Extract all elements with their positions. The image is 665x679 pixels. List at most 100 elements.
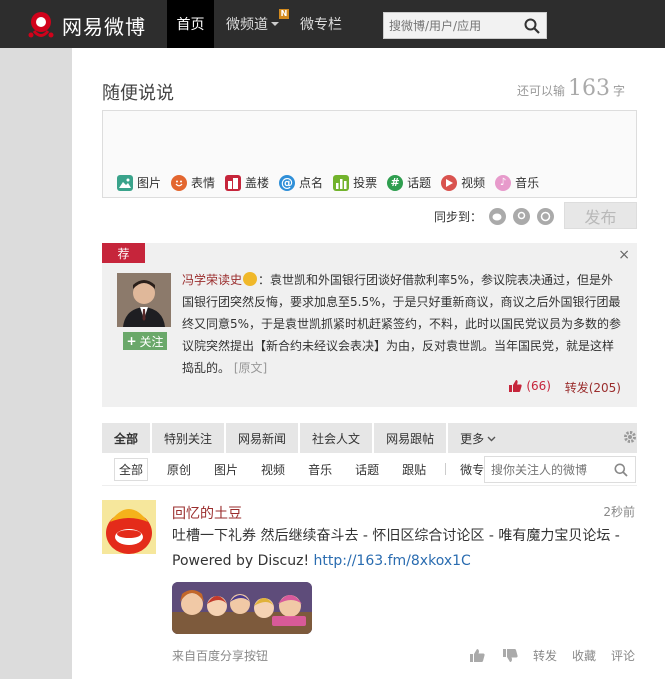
avatar[interactable] — [102, 500, 156, 554]
recommend-tag: 荐 — [102, 243, 145, 263]
nav-channel[interactable]: 微频道 N — [226, 0, 289, 48]
tool-image[interactable]: 图片 — [117, 174, 161, 191]
tab-5[interactable]: 更多 — [448, 423, 509, 453]
feed-actions: 转发 收藏 评论 — [452, 647, 635, 664]
tool-label: 图片 — [137, 176, 162, 190]
tab-label: 网易跟帖 — [386, 431, 435, 446]
char-counter: 还可以输 163 字 — [517, 76, 625, 101]
tab-label: 特别关注 — [164, 431, 213, 446]
char-counter-prefix: 还可以输 — [516, 84, 565, 98]
thumb-down-icon[interactable] — [502, 649, 518, 662]
sync-label: 同步到： — [434, 210, 483, 224]
subtab-6[interactable]: 跟贴 — [398, 459, 430, 480]
search-icon[interactable] — [614, 463, 628, 477]
chevron-down-icon — [271, 22, 279, 26]
tool-label: 视频 — [461, 176, 486, 190]
tab-1[interactable]: 特别关注 — [152, 423, 227, 453]
tab-label: 更多 — [460, 431, 485, 446]
tab-0[interactable]: 全部 — [102, 423, 153, 453]
renren-icon[interactable] — [537, 208, 555, 225]
video-icon — [441, 174, 458, 191]
tab-4[interactable]: 网易跟帖 — [374, 423, 449, 453]
plus-icon: + — [126, 334, 137, 348]
image-icon — [117, 174, 133, 191]
tool-vote[interactable]: 投票 — [333, 174, 377, 191]
verified-badge-icon — [243, 272, 258, 286]
char-counter-suffix: 字 — [612, 84, 625, 98]
tool-label: 话题 — [407, 176, 432, 190]
char-counter-number: 163 — [567, 76, 610, 101]
sina-weibo-icon[interactable] — [489, 208, 507, 225]
follow-label: 关注 — [139, 334, 164, 349]
new-badge: N — [279, 9, 289, 19]
site-search-input[interactable] — [384, 13, 514, 38]
subtab-4[interactable]: 音乐 — [304, 459, 336, 480]
nav-channel-label: 微频道 — [226, 17, 268, 33]
post-button[interactable]: 发布 — [564, 202, 637, 229]
thumb-up-icon — [509, 380, 523, 392]
feed-image[interactable] — [172, 582, 312, 634]
recommended-post-text: 冯学荣读史 ：袁世凯和外国银行团谈好借款利率5%，参议院表决通过，但是外国银行团突… — [182, 269, 624, 379]
tool-music[interactable]: ♪ 音乐 — [495, 174, 539, 191]
subtab-1[interactable]: 原创 — [163, 459, 195, 480]
tab-label: 网易新闻 — [238, 431, 287, 446]
nav-home[interactable]: 首页 — [167, 0, 214, 48]
subtab-2[interactable]: 图片 — [210, 459, 242, 480]
chevron-down-icon — [484, 431, 496, 445]
tencent-weibo-icon[interactable] — [513, 208, 531, 225]
author-link[interactable]: 冯学荣读史 — [182, 273, 242, 287]
subtab-5[interactable]: 话题 — [351, 459, 383, 480]
tab-label: 全部 — [114, 431, 139, 446]
sync-to: 同步到： — [434, 208, 555, 225]
tab-3[interactable]: 社会人文 — [300, 423, 375, 453]
tool-label: 盖楼 — [245, 176, 270, 190]
forward-action[interactable]: 转发 — [533, 647, 557, 664]
forward-button[interactable]: 转发(205) — [565, 379, 621, 396]
subtab-3[interactable]: 视频 — [257, 459, 289, 480]
feed-link[interactable]: http://163.fm/8xkox1C — [314, 553, 471, 569]
close-icon[interactable]: × — [618, 247, 630, 263]
tool-label: 音乐 — [515, 176, 540, 190]
comment-action[interactable]: 评论 — [611, 647, 635, 664]
gear-icon[interactable] — [623, 430, 637, 444]
tool-video[interactable]: 视频 — [441, 174, 485, 191]
left-sidebar — [0, 48, 72, 679]
subtab-0[interactable]: 全部 — [114, 457, 149, 481]
tool-building[interactable]: 盖楼 — [225, 174, 269, 191]
feed-source[interactable]: 来自百度分享按钮 — [172, 647, 268, 664]
origin-link[interactable]: [原文] — [234, 361, 267, 375]
feed-time[interactable]: 2秒前 — [603, 503, 635, 520]
tool-emoji[interactable]: 表情 — [171, 174, 215, 191]
vote-icon — [333, 174, 350, 191]
tab-2[interactable]: 网易新闻 — [226, 423, 301, 453]
logo[interactable]: 网易微博 — [28, 9, 146, 41]
follow-button[interactable]: + 关注 — [123, 332, 167, 350]
like-button[interactable]: (66) — [509, 379, 551, 393]
feed-search-input[interactable] — [485, 457, 605, 482]
search-icon[interactable] — [524, 18, 540, 34]
divider — [445, 463, 447, 475]
tool-label: 表情 — [191, 176, 216, 190]
thumb-up-icon[interactable] — [469, 649, 485, 662]
publisher-toolbar: 图片 表情 盖楼 @ 点名 投票 # 话题 视频 ♪ 音乐 — [117, 174, 549, 191]
tool-label: 投票 — [353, 176, 378, 190]
avatar[interactable] — [117, 273, 171, 327]
top-navigation-bar: 网易微博 首页 微频道 N 微专栏 — [0, 0, 665, 48]
at-icon: @ — [279, 174, 296, 191]
tool-topic[interactable]: # 话题 — [387, 174, 431, 191]
feed-author[interactable]: 回忆的土豆 — [172, 503, 242, 523]
netease-logo-icon — [28, 10, 54, 40]
post-body: ：袁世凯和外国银行团谈好借款利率5%，参议院表决通过，但是外国银行团突然反悔，要… — [182, 273, 622, 375]
publisher-title: 随便说说 — [102, 83, 174, 104]
recommended-post: 荐 × + 关注 冯学荣读史 ：袁世凯和外国银行团谈好借款利率5%，参议院表决通过… — [102, 243, 637, 407]
tool-at[interactable]: @ 点名 — [279, 174, 323, 191]
feed-search — [484, 456, 636, 483]
favorite-action[interactable]: 收藏 — [572, 647, 596, 664]
nav-column[interactable]: 微专栏 — [300, 0, 342, 48]
building-icon — [225, 174, 242, 191]
emoji-icon — [171, 174, 188, 191]
site-search — [383, 12, 547, 39]
music-icon: ♪ — [495, 174, 512, 191]
logo-text: 网易微博 — [62, 14, 146, 39]
tool-label: 点名 — [299, 176, 324, 190]
